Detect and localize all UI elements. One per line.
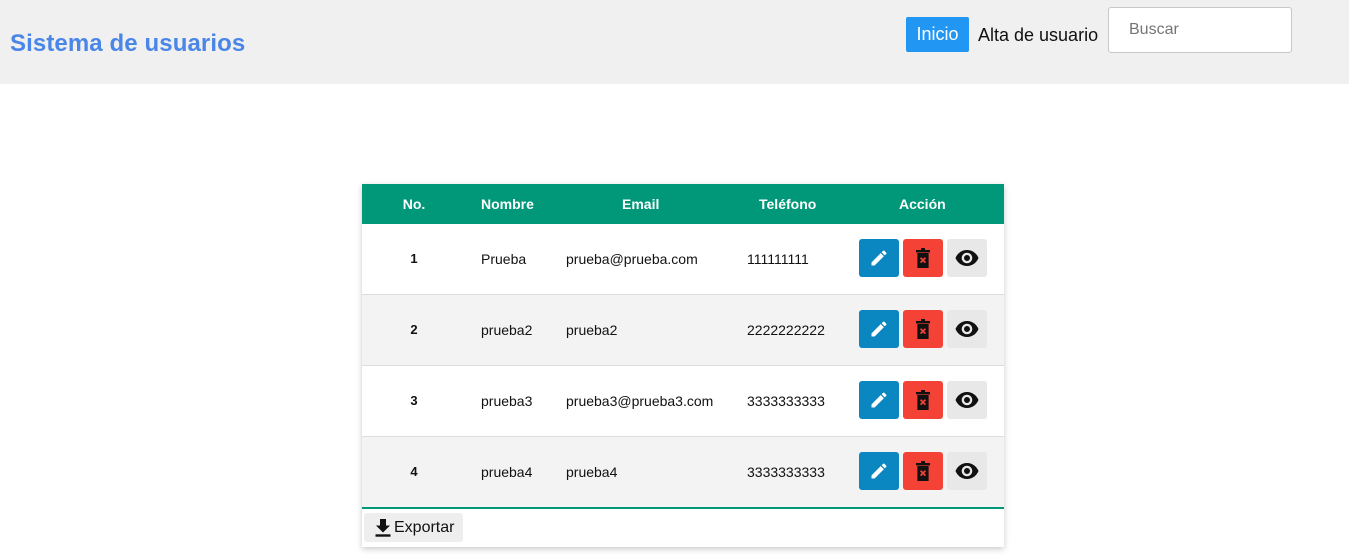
edit-button[interactable] bbox=[859, 310, 899, 348]
delete-button[interactable] bbox=[903, 381, 943, 419]
export-button[interactable]: Exportar bbox=[364, 513, 463, 542]
eye-icon bbox=[955, 250, 979, 266]
row-name: prueba3 bbox=[481, 393, 533, 409]
delete-button[interactable] bbox=[903, 452, 943, 490]
nav-new-user-link[interactable]: Alta de usuario bbox=[978, 22, 1098, 48]
trash-icon bbox=[916, 248, 930, 268]
row-name: prueba4 bbox=[481, 464, 533, 480]
top-navbar: Sistema de usuarios Inicio Alta de usuar… bbox=[0, 0, 1349, 84]
search-input[interactable] bbox=[1109, 8, 1291, 52]
column-header-no: No. bbox=[402, 196, 426, 212]
search-box bbox=[1108, 7, 1292, 53]
row-name: prueba2 bbox=[481, 322, 533, 338]
row-number: 1 bbox=[410, 251, 418, 266]
row-name: Prueba bbox=[481, 251, 527, 267]
view-button[interactable] bbox=[947, 239, 987, 277]
row-number: 2 bbox=[410, 322, 418, 337]
app-title: Sistema de usuarios bbox=[10, 30, 246, 57]
view-button[interactable] bbox=[947, 381, 987, 419]
eye-icon bbox=[955, 321, 979, 337]
row-phone: 2222222222 bbox=[747, 322, 825, 338]
edit-button[interactable] bbox=[859, 239, 899, 277]
nav-home-button[interactable]: Inicio bbox=[906, 17, 969, 52]
table-row: 4 prueba4 prueba4 3333333333 bbox=[362, 437, 1004, 509]
table-header: No. Nombre Email Teléfono Acción bbox=[362, 184, 1004, 224]
trash-icon bbox=[916, 319, 930, 339]
pencil-icon bbox=[871, 321, 887, 337]
pencil-icon bbox=[871, 463, 887, 479]
trash-icon bbox=[916, 390, 930, 410]
view-button[interactable] bbox=[947, 310, 987, 348]
eye-icon bbox=[955, 463, 979, 479]
row-phone: 3333333333 bbox=[747, 393, 825, 409]
row-email: prueba2 bbox=[566, 322, 618, 338]
column-header-action: Acción bbox=[899, 196, 946, 212]
users-table-card: No. Nombre Email Teléfono Acción 1 Prueb… bbox=[362, 184, 1004, 547]
column-header-email: Email bbox=[622, 196, 660, 212]
edit-button[interactable] bbox=[859, 381, 899, 419]
table-row: 2 prueba2 prueba2 2222222222 bbox=[362, 295, 1004, 366]
row-number: 3 bbox=[410, 393, 418, 408]
row-number: 4 bbox=[410, 464, 418, 479]
download-icon bbox=[375, 518, 391, 537]
row-email: prueba@prueba.com bbox=[566, 251, 698, 267]
view-button[interactable] bbox=[947, 452, 987, 490]
delete-button[interactable] bbox=[903, 310, 943, 348]
trash-icon bbox=[916, 461, 930, 481]
row-phone: 111111111 bbox=[747, 251, 809, 267]
row-email: prueba4 bbox=[566, 464, 618, 480]
edit-button[interactable] bbox=[859, 452, 899, 490]
export-label: Exportar bbox=[394, 518, 455, 536]
table-row: 1 Prueba prueba@prueba.com 111111111 bbox=[362, 224, 1004, 295]
row-email: prueba3@prueba3.com bbox=[566, 393, 714, 409]
column-header-name: Nombre bbox=[481, 196, 534, 212]
delete-button[interactable] bbox=[903, 239, 943, 277]
column-header-phone: Teléfono bbox=[759, 196, 817, 212]
row-phone: 3333333333 bbox=[747, 464, 825, 480]
table-row: 3 prueba3 prueba3@prueba3.com 3333333333 bbox=[362, 366, 1004, 437]
eye-icon bbox=[955, 392, 979, 408]
pencil-icon bbox=[871, 250, 887, 266]
pencil-icon bbox=[871, 392, 887, 408]
